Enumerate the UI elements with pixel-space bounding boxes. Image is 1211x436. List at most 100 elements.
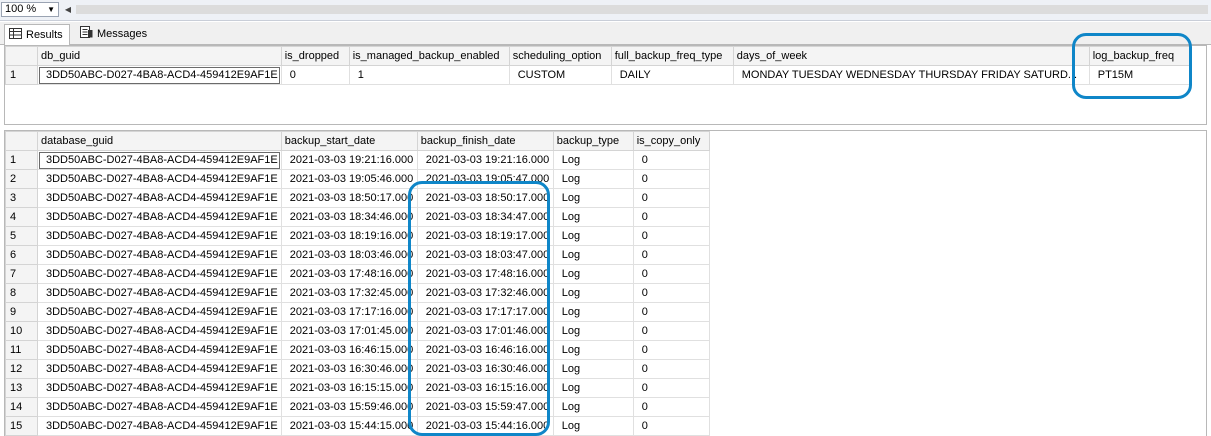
table-cell[interactable]: Log bbox=[552, 397, 634, 417]
table-row[interactable]: 15 3DD50ABC-D027-4BA8-ACD4-459412E9AF1E 20… bbox=[5, 416, 710, 436]
table-cell[interactable]: 0 bbox=[632, 340, 710, 360]
table-cell[interactable]: CUSTOM bbox=[508, 65, 612, 85]
tab-results[interactable]: Results bbox=[4, 24, 70, 45]
table-cell[interactable]: 3DD50ABC-D027-4BA8-ACD4-459412E9AF1E bbox=[37, 65, 282, 85]
table-cell[interactable]: 2021-03-03 17:32:46.000 bbox=[416, 283, 554, 303]
table-row[interactable]: 1 3DD50ABC-D027-4BA8-ACD4-459412E9AF1E 202… bbox=[5, 150, 710, 170]
table-cell[interactable]: 2021-03-03 17:01:45.000 bbox=[280, 321, 418, 341]
table-row[interactable]: 5 3DD50ABC-D027-4BA8-ACD4-459412E9AF1E 202… bbox=[5, 226, 710, 246]
table-cell[interactable]: 2021-03-03 18:34:46.000 bbox=[280, 207, 418, 227]
table-cell[interactable]: 2021-03-03 17:32:45.000 bbox=[280, 283, 418, 303]
table-cell[interactable]: 0 bbox=[632, 169, 710, 189]
table-cell[interactable]: Log bbox=[552, 359, 634, 379]
table-row[interactable]: 4 3DD50ABC-D027-4BA8-ACD4-459412E9AF1E 202… bbox=[5, 207, 710, 227]
table-cell[interactable]: 2021-03-03 16:46:15.000 bbox=[280, 340, 418, 360]
table-cell[interactable]: 3DD50ABC-D027-4BA8-ACD4-459412E9AF1E bbox=[37, 245, 282, 265]
table-row[interactable]: 10 3DD50ABC-D027-4BA8-ACD4-459412E9AF1E 20… bbox=[5, 321, 710, 341]
table-cell[interactable]: 2021-03-03 18:19:17.000 bbox=[416, 226, 554, 246]
table-cell[interactable]: 3DD50ABC-D027-4BA8-ACD4-459412E9AF1E bbox=[37, 283, 282, 303]
table-cell[interactable]: 0 bbox=[632, 321, 710, 341]
table-cell[interactable]: 0 bbox=[632, 378, 710, 398]
row-number[interactable]: 10 bbox=[5, 321, 38, 341]
row-number[interactable]: 15 bbox=[5, 416, 38, 436]
table-cell[interactable]: 2021-03-03 17:01:46.000 bbox=[416, 321, 554, 341]
table-cell[interactable]: 0 bbox=[632, 416, 710, 436]
table-row[interactable]: 6 3DD50ABC-D027-4BA8-ACD4-459412E9AF1E 202… bbox=[5, 245, 710, 265]
table-cell[interactable]: 0 bbox=[632, 245, 710, 265]
column-header[interactable]: backup_finish_date bbox=[416, 131, 554, 151]
row-number[interactable]: 7 bbox=[5, 264, 38, 284]
table-cell[interactable]: 2021-03-03 18:03:46.000 bbox=[280, 245, 418, 265]
table-cell[interactable]: 2021-03-03 17:17:16.000 bbox=[280, 302, 418, 322]
table-row[interactable]: 3 3DD50ABC-D027-4BA8-ACD4-459412E9AF1E 202… bbox=[5, 188, 710, 208]
table-cell[interactable]: 2021-03-03 18:03:47.000 bbox=[416, 245, 554, 265]
table-cell[interactable]: 2021-03-03 17:17:17.000 bbox=[416, 302, 554, 322]
row-number[interactable]: 14 bbox=[5, 397, 38, 417]
table-cell[interactable]: 2021-03-03 17:48:16.000 bbox=[280, 264, 418, 284]
table-cell[interactable]: 2021-03-03 15:44:15.000 bbox=[280, 416, 418, 436]
column-header[interactable]: backup_type bbox=[552, 131, 634, 151]
table-cell[interactable]: 0 bbox=[632, 302, 710, 322]
table-cell[interactable]: 3DD50ABC-D027-4BA8-ACD4-459412E9AF1E bbox=[37, 416, 282, 436]
row-number[interactable]: 13 bbox=[5, 378, 38, 398]
table-row[interactable]: 7 3DD50ABC-D027-4BA8-ACD4-459412E9AF1E 202… bbox=[5, 264, 710, 284]
table-cell[interactable]: 2021-03-03 16:15:16.000 bbox=[416, 378, 554, 398]
table-cell[interactable]: 2021-03-03 16:15:15.000 bbox=[280, 378, 418, 398]
table-cell[interactable]: 3DD50ABC-D027-4BA8-ACD4-459412E9AF1E bbox=[37, 359, 282, 379]
row-number[interactable]: 9 bbox=[5, 302, 38, 322]
table-cell[interactable]: 0 bbox=[632, 264, 710, 284]
table-cell[interactable]: 2021-03-03 19:05:47.000 bbox=[416, 169, 554, 189]
table-row[interactable]: 1 3DD50ABC-D027-4BA8-ACD4-459412E9AF1E 0… bbox=[5, 65, 1190, 85]
row-number[interactable]: 2 bbox=[5, 169, 38, 189]
table-cell[interactable]: 2021-03-03 19:05:46.000 bbox=[280, 169, 418, 189]
column-header[interactable]: database_guid bbox=[37, 131, 282, 151]
column-header[interactable]: backup_start_date bbox=[280, 131, 418, 151]
row-number[interactable]: 12 bbox=[5, 359, 38, 379]
table-cell[interactable]: Log bbox=[552, 264, 634, 284]
table-row[interactable]: 11 3DD50ABC-D027-4BA8-ACD4-459412E9AF1E 20… bbox=[5, 340, 710, 360]
table-cell[interactable]: Log bbox=[552, 416, 634, 436]
table-cell[interactable]: Log bbox=[552, 169, 634, 189]
table-cell[interactable]: 0 bbox=[632, 359, 710, 379]
table-cell[interactable]: 2021-03-03 18:50:17.000 bbox=[280, 188, 418, 208]
table-row[interactable]: 8 3DD50ABC-D027-4BA8-ACD4-459412E9AF1E 202… bbox=[5, 283, 710, 303]
column-header[interactable]: is_managed_backup_enabled bbox=[348, 46, 510, 66]
table-cell[interactable]: Log bbox=[552, 245, 634, 265]
table-cell[interactable]: 2021-03-03 18:19:16.000 bbox=[280, 226, 418, 246]
table-cell[interactable]: 2021-03-03 19:21:16.000 bbox=[416, 150, 554, 170]
table-cell[interactable]: DAILY bbox=[610, 65, 734, 85]
chevron-down-icon[interactable]: ▼ bbox=[47, 3, 55, 16]
table-cell[interactable]: Log bbox=[552, 226, 634, 246]
table-row[interactable]: 14 3DD50ABC-D027-4BA8-ACD4-459412E9AF1E 20… bbox=[5, 397, 710, 417]
column-header[interactable]: is_copy_only bbox=[632, 131, 710, 151]
column-header[interactable]: db_guid bbox=[37, 46, 282, 66]
table-cell[interactable]: 2021-03-03 18:34:47.000 bbox=[416, 207, 554, 227]
row-number[interactable]: 8 bbox=[5, 283, 38, 303]
column-header[interactable]: scheduling_option bbox=[508, 46, 612, 66]
table-cell[interactable]: 0 bbox=[632, 397, 710, 417]
row-number[interactable]: 4 bbox=[5, 207, 38, 227]
table-cell[interactable]: 3DD50ABC-D027-4BA8-ACD4-459412E9AF1E bbox=[37, 150, 282, 170]
table-cell[interactable]: 3DD50ABC-D027-4BA8-ACD4-459412E9AF1E bbox=[37, 207, 282, 227]
row-number[interactable]: 11 bbox=[5, 340, 38, 360]
triangle-left-icon[interactable]: ◀ bbox=[62, 2, 74, 17]
table-cell[interactable]: 0 bbox=[632, 150, 710, 170]
table-cell[interactable]: Log bbox=[552, 188, 634, 208]
table-cell[interactable]: MONDAY TUESDAY WEDNESDAY THURSDAY FRIDAY… bbox=[732, 65, 1090, 85]
table-cell[interactable]: 3DD50ABC-D027-4BA8-ACD4-459412E9AF1E bbox=[37, 302, 282, 322]
row-number[interactable]: 5 bbox=[5, 226, 38, 246]
table-cell[interactable]: 3DD50ABC-D027-4BA8-ACD4-459412E9AF1E bbox=[37, 188, 282, 208]
table-cell[interactable]: 0 bbox=[632, 188, 710, 208]
table-cell[interactable]: Log bbox=[552, 340, 634, 360]
table-cell[interactable]: 3DD50ABC-D027-4BA8-ACD4-459412E9AF1E bbox=[37, 397, 282, 417]
table-row[interactable]: 13 3DD50ABC-D027-4BA8-ACD4-459412E9AF1E 20… bbox=[5, 378, 710, 398]
table-cell[interactable]: 2021-03-03 15:59:47.000 bbox=[416, 397, 554, 417]
column-header[interactable]: days_of_week bbox=[732, 46, 1090, 66]
table-cell[interactable]: 2021-03-03 16:30:46.000 bbox=[280, 359, 418, 379]
table-cell[interactable]: Log bbox=[552, 321, 634, 341]
table-cell[interactable]: 2021-03-03 18:50:17.000 bbox=[416, 188, 554, 208]
table-cell[interactable]: 3DD50ABC-D027-4BA8-ACD4-459412E9AF1E bbox=[37, 226, 282, 246]
row-number[interactable]: 1 bbox=[5, 65, 38, 85]
column-header[interactable]: is_dropped bbox=[280, 46, 350, 66]
table-cell[interactable]: 0 bbox=[632, 207, 710, 227]
